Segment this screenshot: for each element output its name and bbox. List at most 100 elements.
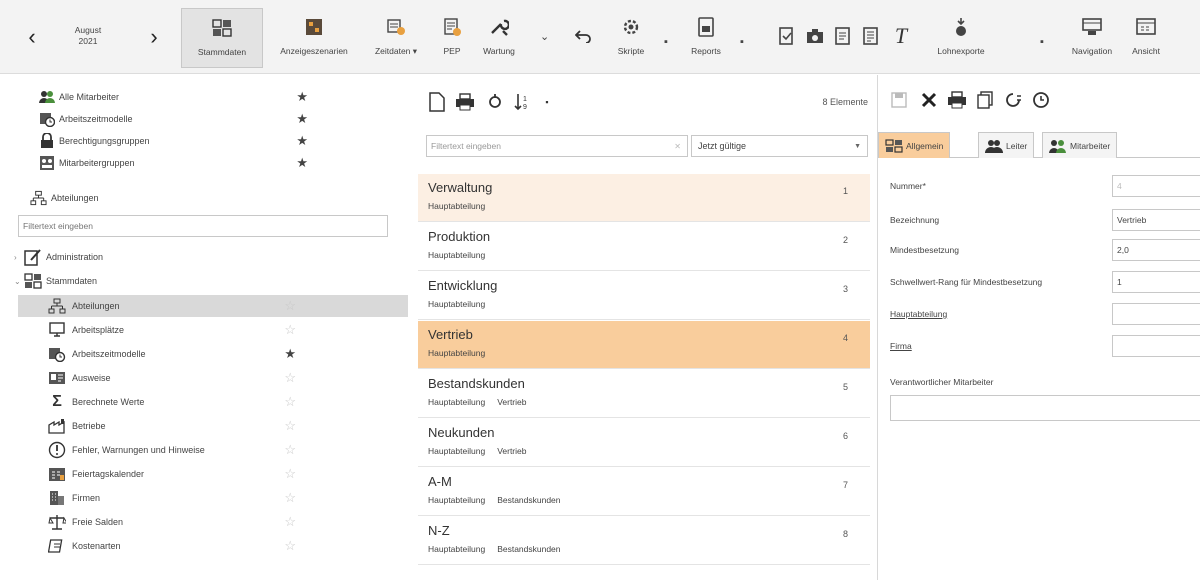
star-empty-icon[interactable]: ☆: [284, 490, 296, 506]
text-format-icon[interactable]: T: [890, 23, 912, 48]
star-empty-icon[interactable]: ☆: [284, 394, 296, 410]
navigation-button[interactable]: Navigation: [1064, 8, 1120, 68]
save-icon[interactable]: [888, 89, 910, 111]
reports-button[interactable]: Reports: [680, 8, 732, 68]
star-empty-icon[interactable]: ☆: [284, 442, 296, 458]
tree-child-abteilungen[interactable]: Abteilungen ☆: [18, 295, 408, 317]
firma-field[interactable]: [1112, 335, 1200, 357]
employees-icon: [1049, 138, 1067, 154]
list-item[interactable]: Vertrieb Hauptabteilung 4: [418, 321, 870, 369]
tree-child-berechnete-werte[interactable]: Σ Berechnete Werte ☆: [18, 391, 408, 413]
star-empty-icon[interactable]: ☆: [284, 298, 296, 314]
tree-node-stammdaten[interactable]: ⌄ Stammdaten: [14, 270, 97, 292]
camera-icon[interactable]: [804, 25, 826, 47]
zeitdaten-button[interactable]: Zeitdaten ▾: [366, 8, 426, 68]
history-icon[interactable]: [1030, 89, 1052, 111]
schwellwert-rang-field[interactable]: 1: [1112, 271, 1200, 293]
star-filled-icon[interactable]: ★: [296, 89, 308, 105]
wartung-button[interactable]: Wartung: [474, 8, 524, 68]
sort-dropdown-icon[interactable]: ▪: [536, 91, 558, 113]
tree-child-firmen[interactable]: Firmen ☆: [18, 487, 408, 509]
anzeigeszenarien-button[interactable]: Anzeigeszenarien: [266, 8, 362, 68]
edit-document-icon: [24, 248, 42, 266]
copy-icon[interactable]: [974, 89, 996, 111]
print-preview-icon[interactable]: [946, 89, 968, 111]
reports-dropdown-icon[interactable]: ▪: [740, 36, 744, 48]
wartung-dropdown-icon[interactable]: ⌄: [540, 30, 549, 43]
tree-child-ausweise[interactable]: Ausweise ☆: [18, 367, 408, 389]
star-empty-icon[interactable]: ☆: [284, 370, 296, 386]
list-item[interactable]: Bestandskunden Hauptabteilung Vertrieb 5: [418, 370, 870, 418]
pep-button[interactable]: PEP: [432, 8, 472, 68]
tree-child-betriebe[interactable]: Betriebe ☆: [18, 415, 408, 437]
firma-link[interactable]: Firma: [890, 341, 912, 351]
collapse-arrow-icon[interactable]: ⌄: [14, 277, 24, 286]
clear-filter-icon[interactable]: ✕: [674, 142, 681, 151]
tree-child-freie-salden[interactable]: Freie Salden ☆: [18, 511, 408, 533]
print-icon[interactable]: [454, 91, 476, 113]
verantwortlicher-mitarbeiter-field[interactable]: [890, 395, 1200, 421]
lohnexporte-dropdown-icon[interactable]: ▪: [1040, 36, 1044, 48]
document-lines-icon[interactable]: [860, 25, 882, 47]
star-empty-icon[interactable]: ☆: [284, 322, 296, 338]
tab-mitarbeiter[interactable]: Mitarbeiter: [1042, 132, 1118, 158]
bezeichnung-field[interactable]: Vertrieb: [1112, 209, 1200, 231]
list-item-meta-part: Bestandskunden: [497, 495, 561, 505]
tree-node-administration[interactable]: › Administration: [14, 246, 103, 268]
list-item[interactable]: Verwaltung Hauptabteilung 1: [418, 174, 870, 222]
skripte-button[interactable]: Skripte: [606, 8, 656, 68]
mindestbesetzung-field[interactable]: 2,0: [1112, 239, 1200, 261]
next-month-button[interactable]: ›: [144, 26, 164, 48]
navigation-filter-input[interactable]: [18, 215, 388, 237]
favorite-alle-mitarbeiter[interactable]: Alle Mitarbeiter ★: [38, 86, 308, 108]
tree-child-label: Berechnete Werte: [72, 397, 145, 407]
list-item[interactable]: N-Z Hauptabteilung Bestandskunden 8: [418, 517, 870, 565]
expand-arrow-icon[interactable]: ›: [14, 253, 24, 262]
warning-circle-icon: [48, 441, 66, 459]
hauptabteilung-link[interactable]: Hauptabteilung: [890, 309, 947, 319]
star-empty-icon[interactable]: ☆: [284, 418, 296, 434]
star-empty-icon[interactable]: ☆: [284, 514, 296, 530]
star-filled-icon[interactable]: ★: [296, 155, 308, 171]
delete-icon[interactable]: [918, 89, 940, 111]
favorite-abteilungen[interactable]: Abteilungen: [30, 187, 300, 209]
new-document-icon[interactable]: [426, 91, 448, 113]
skripte-dropdown-icon[interactable]: ▪: [664, 36, 668, 48]
document-check-icon[interactable]: [776, 25, 798, 47]
lohnexporte-button[interactable]: Lohnexporte: [930, 8, 992, 68]
star-filled-icon[interactable]: ★: [296, 111, 308, 127]
tree-child-kostenarten[interactable]: Kostenarten ☆: [18, 535, 408, 557]
favorite-berechtigungsgruppen[interactable]: Berechtigungsgruppen ★: [38, 130, 308, 152]
list-item-meta-part: Vertrieb: [497, 397, 527, 407]
list-item[interactable]: Neukunden Hauptabteilung Vertrieb 6: [418, 419, 870, 467]
list-item-meta: Hauptabteilung Bestandskunden: [428, 544, 860, 554]
stammdaten-button[interactable]: Stammdaten: [181, 8, 263, 68]
ansicht-button[interactable]: Ansicht: [1122, 8, 1170, 68]
list-item-meta-part: Hauptabteilung: [428, 299, 486, 309]
list-item[interactable]: A-M Hauptabteilung Bestandskunden 7: [418, 468, 870, 516]
document-icon[interactable]: [832, 25, 854, 47]
star-empty-icon[interactable]: ☆: [284, 538, 296, 554]
list-item[interactable]: Produktion Hauptabteilung 2: [418, 223, 870, 271]
history-branch-icon[interactable]: [1002, 89, 1024, 111]
undo-icon[interactable]: [572, 25, 594, 47]
tree-child-fehler[interactable]: Fehler, Warnungen und Hinweise ☆: [18, 439, 408, 461]
favorite-mitarbeitergruppen[interactable]: Mitarbeitergruppen ★: [38, 152, 308, 174]
refresh-icon[interactable]: [484, 91, 506, 113]
nummer-field[interactable]: 4: [1112, 175, 1200, 197]
validity-select[interactable]: Jetzt gültige ▼: [691, 135, 868, 157]
tree-child-arbeitsplaetze[interactable]: Arbeitsplätze ☆: [18, 319, 408, 341]
tree-child-arbeitszeitmodelle[interactable]: Arbeitszeitmodelle ★: [18, 343, 408, 365]
favorite-arbeitszeitmodelle[interactable]: Arbeitszeitmodelle ★: [38, 108, 308, 130]
tab-leiter[interactable]: Leiter: [978, 132, 1035, 158]
list-item[interactable]: Entwicklung Hauptabteilung 3: [418, 272, 870, 320]
tree-child-feiertagskalender[interactable]: Feiertagskalender ☆: [18, 463, 408, 485]
star-filled-icon[interactable]: ★: [284, 346, 296, 362]
prev-month-button[interactable]: ‹: [22, 26, 42, 48]
star-filled-icon[interactable]: ★: [296, 133, 308, 149]
tab-allgemein[interactable]: Allgemein: [878, 132, 951, 158]
hauptabteilung-field[interactable]: [1112, 303, 1200, 325]
list-filter-input[interactable]: Filtertext eingeben ✕: [426, 135, 688, 157]
sort-icon[interactable]: 19: [512, 91, 534, 113]
star-empty-icon[interactable]: ☆: [284, 466, 296, 482]
